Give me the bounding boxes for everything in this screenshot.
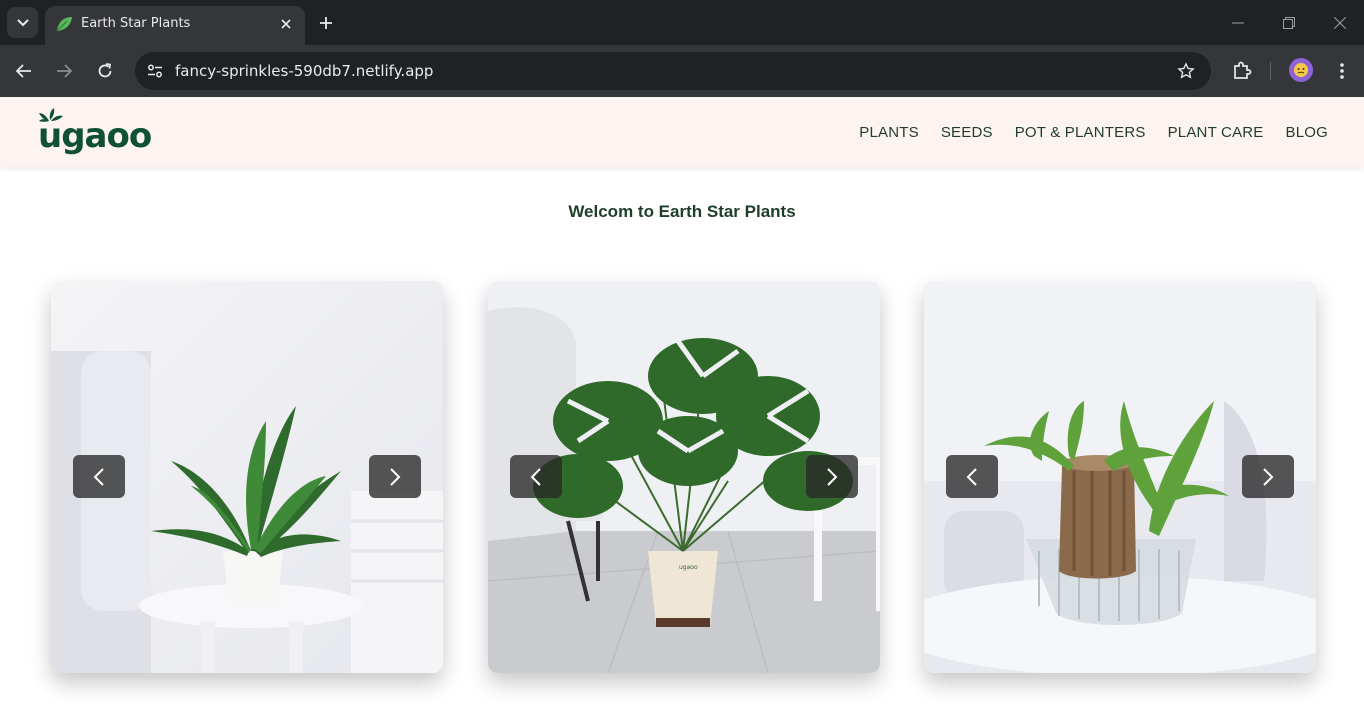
- new-tab-button[interactable]: [314, 11, 338, 35]
- minimize-icon: [1232, 22, 1244, 24]
- profile-avatar[interactable]: [1289, 58, 1313, 82]
- plus-icon: [320, 17, 332, 29]
- carousel-next-button[interactable]: [1242, 455, 1294, 498]
- bookmark-button[interactable]: [1175, 60, 1197, 82]
- chevron-right-icon: [827, 467, 838, 486]
- reload-button[interactable]: [92, 58, 118, 84]
- star-icon: [1177, 62, 1195, 79]
- restore-icon: [1283, 17, 1295, 29]
- chevron-left-icon: [530, 467, 541, 486]
- nav-blog[interactable]: BLOG: [1286, 124, 1328, 141]
- tune-icon: [148, 64, 162, 78]
- arrow-right-icon: [57, 64, 72, 78]
- url-text[interactable]: fancy-sprinkles-590db7.netlify.app: [175, 62, 433, 80]
- site-info-button[interactable]: [143, 59, 167, 83]
- svg-text:ugaoo: ugaoo: [679, 564, 698, 571]
- close-icon: [281, 19, 291, 29]
- ugaoo-logo[interactable]: ugaoo: [38, 107, 173, 155]
- carousel-prev-button[interactable]: [510, 455, 562, 498]
- close-window-button[interactable]: [1328, 12, 1352, 34]
- browser-tab[interactable]: Earth Star Plants: [45, 6, 305, 45]
- toolbar-separator: [1270, 62, 1271, 80]
- nav-seeds[interactable]: SEEDS: [941, 124, 993, 141]
- carousel-prev-button[interactable]: [946, 455, 998, 498]
- welcome-heading: Welcom to Earth Star Plants: [568, 202, 796, 221]
- chevron-down-icon: [16, 18, 29, 26]
- browser-tab-strip: Earth Star Plants: [0, 0, 1364, 45]
- nav-plants[interactable]: PLANTS: [859, 124, 919, 141]
- carousel-next-button[interactable]: [369, 455, 421, 498]
- chevron-right-icon: [1263, 467, 1274, 486]
- carousel-card: [51, 281, 443, 673]
- nav-plant-care[interactable]: PLANT CARE: [1168, 124, 1264, 141]
- tab-title: Earth Star Plants: [81, 16, 191, 31]
- main-nav: PLANTS SEEDS POT & PLANTERS PLANT CARE B…: [859, 124, 1328, 141]
- restore-button[interactable]: [1277, 12, 1301, 34]
- more-vert-icon: [1340, 63, 1344, 79]
- carousel-card: ugaoo: [488, 281, 880, 673]
- close-tab-button[interactable]: [277, 15, 295, 33]
- profile-emoji-icon: [1294, 63, 1308, 77]
- carousel-card: [924, 281, 1316, 673]
- carousel-prev-button[interactable]: [73, 455, 125, 498]
- extensions-button[interactable]: [1229, 58, 1255, 84]
- close-icon: [1334, 17, 1346, 29]
- arrow-left-icon: [16, 64, 31, 78]
- chevron-left-icon: [93, 467, 104, 486]
- puzzle-icon: [1234, 61, 1252, 79]
- logo-text: ugaoo: [38, 116, 151, 155]
- site-header: ugaoo PLANTS SEEDS POT & PLANTERS PLANT …: [0, 97, 1364, 167]
- reload-icon: [98, 63, 112, 78]
- forward-button[interactable]: [51, 58, 77, 84]
- leaf-favicon-icon: [56, 17, 72, 32]
- back-button[interactable]: [11, 58, 37, 84]
- address-bar[interactable]: fancy-sprinkles-590db7.netlify.app: [135, 52, 1211, 90]
- chevron-right-icon: [390, 467, 401, 486]
- carousel-next-button[interactable]: [806, 455, 858, 498]
- browser-toolbar: fancy-sprinkles-590db7.netlify.app: [0, 45, 1364, 97]
- browser-menu-button[interactable]: [1330, 58, 1354, 84]
- chevron-left-icon: [966, 467, 977, 486]
- nav-pot-planters[interactable]: POT & PLANTERS: [1015, 124, 1146, 141]
- tab-search-button[interactable]: [7, 7, 38, 38]
- minimize-button[interactable]: [1226, 12, 1250, 34]
